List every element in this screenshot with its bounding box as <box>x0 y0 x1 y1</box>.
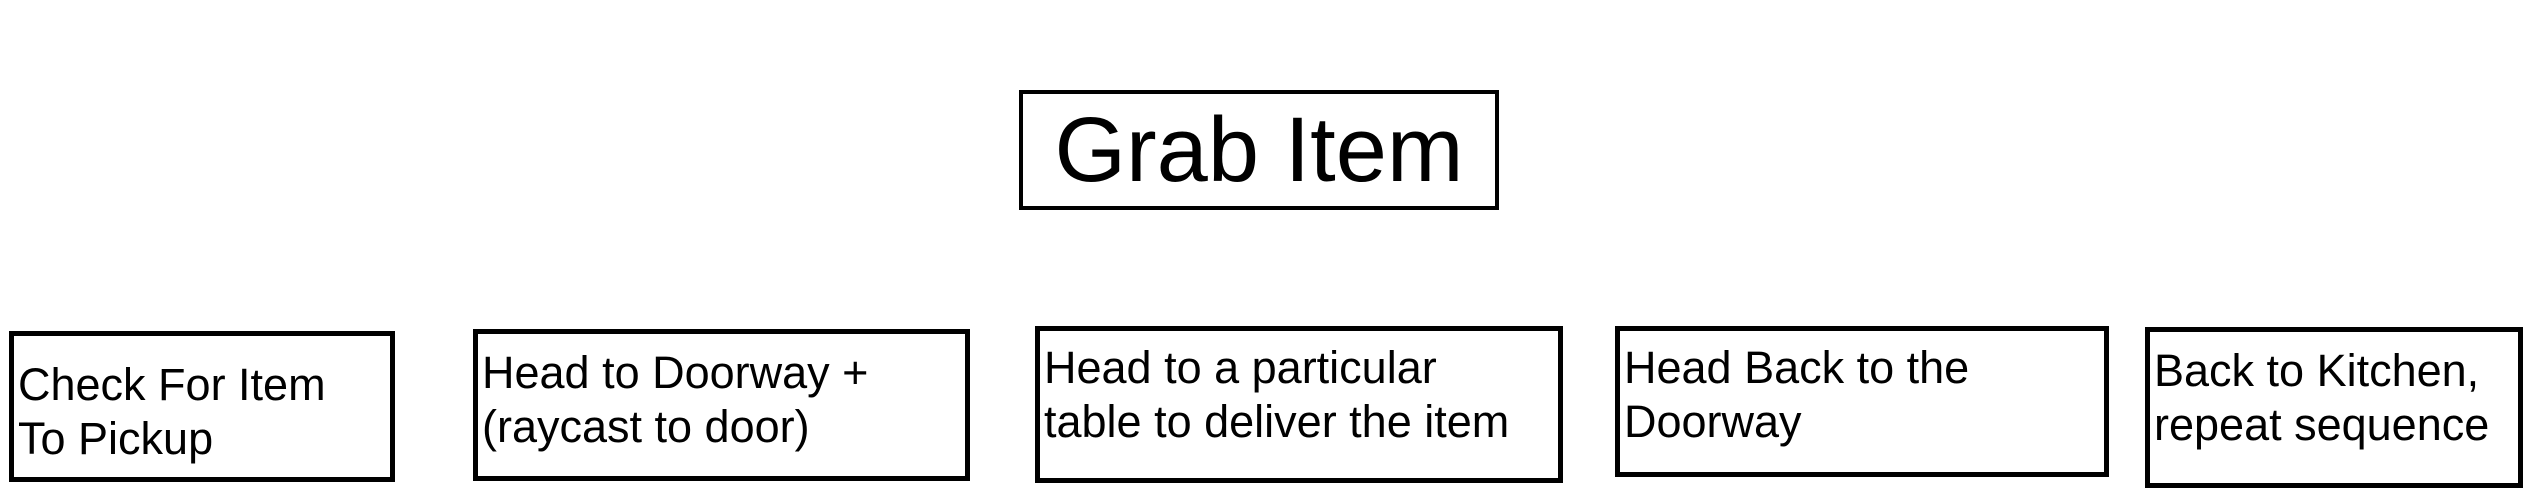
step-label-line: repeat sequence <box>2154 399 2490 450</box>
step-label-line: Head to Doorway + <box>482 347 869 398</box>
step-node-deliver-to-table: Head to a particular table to deliver th… <box>1035 326 1563 483</box>
step-node-back-to-kitchen: Back to Kitchen, repeat sequence <box>2145 327 2523 488</box>
step-node-head-back-to-doorway: Head Back to the Doorway <box>1615 326 2109 477</box>
step-label-line: Doorway <box>1624 396 1802 447</box>
step-label-line: Back to Kitchen, <box>2154 345 2480 396</box>
step-label-line: To Pickup <box>18 413 214 464</box>
step-label-line: (raycast to door) <box>482 401 810 452</box>
step-node-check-for-item: Check For Item To Pickup <box>9 331 395 482</box>
step-label-line: Head to a particular <box>1044 342 1437 393</box>
root-node-grab-item: Grab Item <box>1019 90 1499 210</box>
root-node-label: Grab Item <box>1054 98 1464 201</box>
step-label-line: Head Back to the <box>1624 342 1970 393</box>
step-label-line: Check For Item <box>18 359 326 410</box>
step-node-head-to-doorway: Head to Doorway + (raycast to door) <box>473 329 970 481</box>
step-label-line: table to deliver the item <box>1044 396 1510 447</box>
